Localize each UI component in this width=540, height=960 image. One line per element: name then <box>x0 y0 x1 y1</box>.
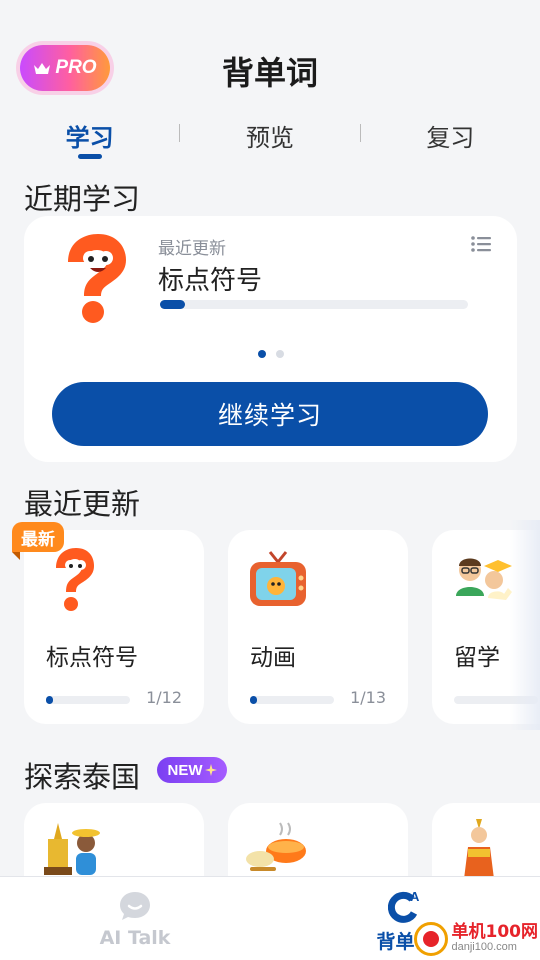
update-card-animation[interactable]: 动画 1/13 <box>228 530 408 724</box>
nav-label: AI Talk <box>99 927 171 949</box>
progress-fill <box>46 696 53 704</box>
update-card-progress <box>46 696 130 704</box>
card-subtitle: 最近更新 <box>158 239 226 259</box>
update-card-count: 1/13 <box>350 688 386 707</box>
tab-review[interactable]: 复习 <box>361 112 540 172</box>
list-icon[interactable] <box>471 236 491 252</box>
watermark: 单机100网 danji100.com <box>413 922 539 956</box>
recent-study-card[interactable]: 最近更新 标点符号 继续学习 <box>24 216 517 462</box>
carousel-dot[interactable] <box>275 350 284 358</box>
recent-updates-title: 最近更新 <box>24 487 141 521</box>
new-tag-fold <box>12 552 20 560</box>
progress-fill <box>250 696 257 704</box>
study-progress-bar <box>160 300 468 309</box>
tab-label: 预览 <box>245 124 294 152</box>
cartoon-tv-icon <box>250 551 306 606</box>
svg-text:A: A <box>410 889 420 904</box>
graduates-icon <box>456 558 512 600</box>
new-tag: 最新 <box>12 522 64 552</box>
tab-preview[interactable]: 预览 <box>180 112 359 172</box>
progress-fill <box>160 300 185 309</box>
chat-bubble-icon <box>120 892 150 920</box>
thai-traveler-icon <box>44 823 100 875</box>
tab-bar: 学习 预览 复习 <box>0 112 540 172</box>
vocab-icon: A <box>388 889 420 923</box>
thai-dancer-icon <box>464 819 494 879</box>
update-card-progress <box>250 696 334 704</box>
card-title: 标点符号 <box>158 266 263 296</box>
update-card-count: 1/12 <box>146 688 182 707</box>
update-card-label: 动画 <box>250 645 296 671</box>
continue-study-button[interactable]: 继续学习 <box>52 382 488 446</box>
carousel-dots <box>24 350 517 358</box>
watermark-text: 单机100网 <box>451 922 539 943</box>
recent-updates-list: 标点符号 1/12 动画 1/13 留学 <box>24 530 540 726</box>
update-card-punctuation[interactable]: 标点符号 1/12 <box>24 530 204 724</box>
recent-study-title: 近期学习 <box>24 182 141 216</box>
sparkle-icon <box>204 764 217 776</box>
watermark-logo-icon <box>413 922 448 956</box>
watermark-url: danji100.com <box>451 941 517 954</box>
explore-thailand-title: 探索泰国 <box>24 760 141 794</box>
tab-label: 学习 <box>65 124 114 152</box>
tab-active-indicator <box>77 154 102 159</box>
page-title: 背单词 <box>221 54 318 92</box>
question-mascot-icon <box>56 548 94 611</box>
update-card-label: 标点符号 <box>46 645 138 671</box>
question-mascot-icon <box>68 234 126 323</box>
new-pill-badge: NEW <box>157 757 227 783</box>
thai-food-icon <box>246 822 306 871</box>
new-pill-label: NEW <box>167 761 203 779</box>
nav-ai-talk[interactable]: AI Talk <box>0 877 270 960</box>
tab-label: 复习 <box>426 124 475 152</box>
carousel-dot[interactable] <box>257 350 266 358</box>
update-card-label: 留学 <box>454 645 500 671</box>
tab-study[interactable]: 学习 <box>0 112 179 172</box>
scroll-fade <box>510 520 540 730</box>
